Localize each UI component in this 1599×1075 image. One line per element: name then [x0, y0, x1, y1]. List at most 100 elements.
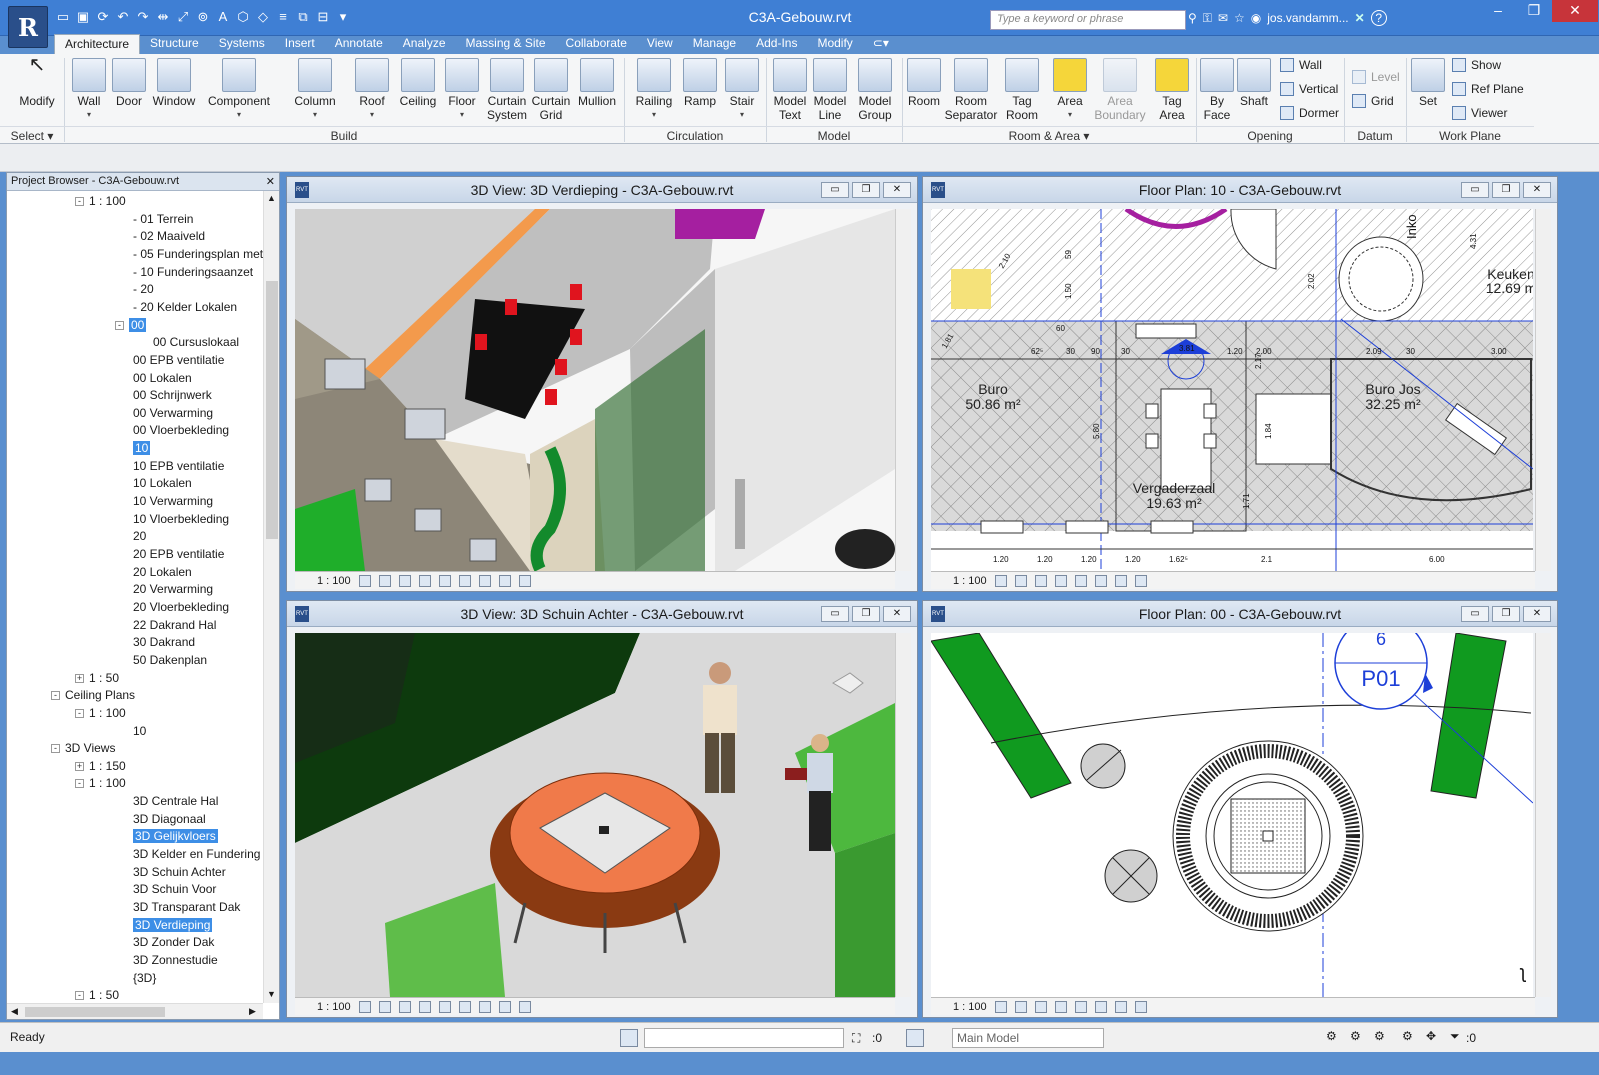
- application-menu-button[interactable]: R: [8, 6, 48, 48]
- view-scale[interactable]: 1 : 100: [953, 998, 987, 1016]
- workset-dropdown[interactable]: [644, 1028, 844, 1048]
- visual-style-icon[interactable]: [1014, 574, 1027, 587]
- scroll-right-icon[interactable]: ▶: [249, 1006, 256, 1017]
- collapse-icon[interactable]: -: [75, 197, 84, 206]
- restore-view-icon[interactable]: ❐: [1492, 606, 1520, 622]
- show-crop-icon[interactable]: [1094, 1000, 1107, 1013]
- detail-level-icon[interactable]: [994, 574, 1007, 587]
- collapse-icon[interactable]: -: [51, 691, 60, 701]
- thin-lines-icon[interactable]: ≡: [274, 8, 292, 26]
- close-hidden-icon[interactable]: ⧉: [294, 8, 312, 26]
- shadows-icon[interactable]: [418, 574, 431, 587]
- viewer-button[interactable]: Viewer: [1452, 106, 1507, 120]
- room-separator-button[interactable]: Room Separator: [944, 54, 998, 122]
- area-boundary-button[interactable]: Area Boundary: [1094, 54, 1146, 122]
- tree-item[interactable]: 3D Kelder en Fundering: [133, 846, 260, 864]
- undo-icon[interactable]: ↶: [114, 8, 132, 26]
- tree-item[interactable]: -1 : 100: [75, 775, 126, 793]
- wall-button[interactable]: Wall ▾: [70, 54, 108, 122]
- tree-item[interactable]: +1 : 50: [75, 670, 119, 688]
- tree-item[interactable]: 10 Verwarming: [133, 493, 213, 511]
- scroll-thumb-h[interactable]: [25, 1007, 165, 1017]
- tree-item[interactable]: - 10 Funderingsaanzet: [133, 264, 253, 282]
- horizontal-scrollbar[interactable]: ◀ ▶: [7, 1003, 263, 1019]
- minimize-view-icon[interactable]: ▭: [1461, 182, 1489, 198]
- tree-item[interactable]: 10 Vloerbekleding: [133, 511, 229, 529]
- ribbon-minimize-icon[interactable]: ⊂▾: [863, 34, 899, 54]
- tree-item[interactable]: 3D Gelijkvloers: [133, 828, 218, 846]
- drag-elements-icon[interactable]: ✥: [1426, 1029, 1436, 1043]
- expand-icon[interactable]: +: [75, 673, 84, 683]
- tag-area-button[interactable]: Tag Area: [1150, 54, 1194, 122]
- sun-path-icon[interactable]: [398, 574, 411, 587]
- scroll-left-icon[interactable]: ◀: [11, 1006, 18, 1017]
- close-view-icon[interactable]: ✕: [883, 182, 911, 198]
- room-button[interactable]: Room: [904, 54, 944, 108]
- tree-item[interactable]: -00: [115, 317, 147, 335]
- tree-item[interactable]: 00 Schrijnwerk: [133, 387, 212, 405]
- select-by-face-icon[interactable]: ⚙: [1402, 1029, 1413, 1043]
- view-scale[interactable]: 1 : 100: [317, 572, 351, 590]
- tree-item[interactable]: 00 Lokalen: [133, 370, 192, 388]
- crop-icon[interactable]: [1074, 1000, 1087, 1013]
- detail-level-icon[interactable]: [358, 1000, 371, 1013]
- shadows-icon[interactable]: [1054, 574, 1067, 587]
- view-3d-schuin-achter[interactable]: RVT 3D View: 3D Schuin Achter - C3A-Gebo…: [286, 600, 918, 1018]
- tree-item[interactable]: 10: [133, 723, 146, 741]
- show-crop-icon[interactable]: [1094, 574, 1107, 587]
- collapse-icon[interactable]: -: [75, 991, 84, 1001]
- expand-icon[interactable]: +: [75, 761, 84, 771]
- tab-annotate[interactable]: Annotate: [325, 34, 393, 54]
- model-text-button[interactable]: Model Text: [770, 54, 810, 122]
- tab-view[interactable]: View: [637, 34, 683, 54]
- select-links-icon[interactable]: ⚙: [1326, 1029, 1337, 1043]
- scroll-up-icon[interactable]: ▲: [267, 193, 276, 203]
- room-name-vergaderzaal[interactable]: Vergaderzaal: [1133, 480, 1216, 496]
- tree-item[interactable]: - 05 Funderingsplan met: [133, 246, 263, 264]
- view-scale[interactable]: 1 : 100: [953, 572, 987, 590]
- binoculars-icon[interactable]: ⚲: [1188, 11, 1197, 25]
- tab-architecture[interactable]: Architecture: [54, 34, 141, 54]
- tree-item[interactable]: - 20 Kelder Lokalen: [133, 299, 237, 317]
- worksets-icon[interactable]: [620, 1029, 638, 1047]
- section-icon[interactable]: ◇: [254, 8, 272, 26]
- tree-item[interactable]: 3D Verdieping: [133, 917, 213, 935]
- collapse-icon[interactable]: -: [75, 779, 84, 789]
- tree-item[interactable]: 10 EPB ventilatie: [133, 458, 224, 476]
- view-vertical-scrollbar[interactable]: [895, 209, 911, 571]
- collapse-icon[interactable]: -: [75, 708, 84, 718]
- customize-qat-icon[interactable]: ▾: [334, 8, 352, 26]
- render-icon[interactable]: [438, 574, 451, 587]
- tab-structure[interactable]: Structure: [140, 34, 209, 54]
- room-name-buro[interactable]: Buro: [978, 381, 1008, 397]
- tag-room-button[interactable]: Tag Room: [1000, 54, 1044, 122]
- switch-windows-icon[interactable]: ⊟: [314, 8, 332, 26]
- viewport-3d-verdieping[interactable]: [295, 209, 895, 571]
- window-button[interactable]: Window: [150, 54, 198, 108]
- viewport-floor-plan-00[interactable]: 6 P01 ʅ: [931, 633, 1533, 997]
- door-button[interactable]: Door: [110, 54, 148, 108]
- close-view-icon[interactable]: ✕: [1523, 606, 1551, 622]
- crop-icon[interactable]: [458, 1000, 471, 1013]
- favorites-icon[interactable]: ☆: [1234, 11, 1245, 25]
- tree-item[interactable]: -3D Views: [51, 740, 115, 758]
- detail-level-icon[interactable]: [994, 1000, 1007, 1013]
- tree-item[interactable]: 20 Verwarming: [133, 581, 213, 599]
- save-icon[interactable]: ▣: [74, 8, 92, 26]
- opening-wall-button[interactable]: Wall: [1280, 58, 1322, 72]
- temp-hide-icon[interactable]: [1114, 574, 1127, 587]
- exchange-icon[interactable]: ✕: [1355, 11, 1365, 25]
- redo-icon[interactable]: ↷: [134, 8, 152, 26]
- vertical-scrollbar[interactable]: ▲ ▼: [263, 191, 279, 1003]
- communication-icon[interactable]: ✉: [1218, 11, 1228, 25]
- model-line-button[interactable]: Model Line: [810, 54, 850, 122]
- default-3d-icon[interactable]: ⬡: [234, 8, 252, 26]
- tree-item[interactable]: 00 EPB ventilatie: [133, 352, 224, 370]
- sun-path-icon[interactable]: [1034, 1000, 1047, 1013]
- tag-icon[interactable]: ⊚: [194, 8, 212, 26]
- level-button[interactable]: Level: [1352, 70, 1400, 84]
- tree-item[interactable]: 20 Lokalen: [133, 564, 192, 582]
- minimize-icon[interactable]: –: [1480, 0, 1516, 22]
- tree-item[interactable]: 00 Cursuslokaal: [153, 334, 239, 352]
- tree-item[interactable]: 20 Vloerbekleding: [133, 599, 229, 617]
